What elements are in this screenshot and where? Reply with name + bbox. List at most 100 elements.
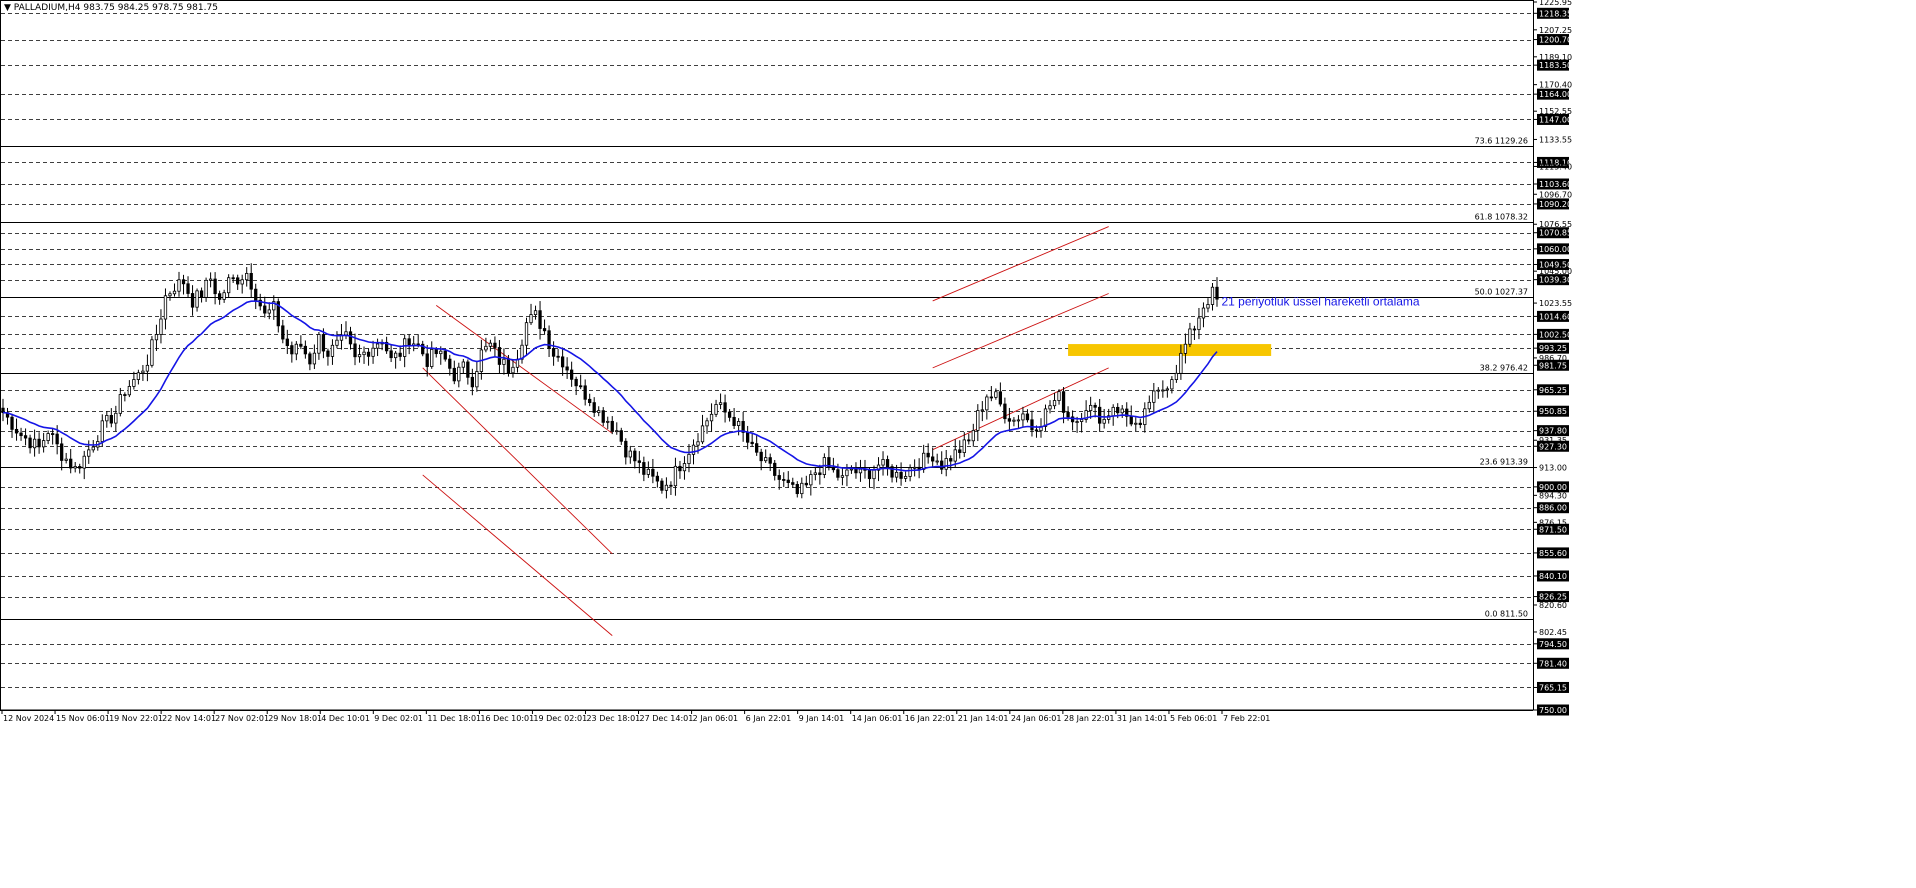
- candle-body[interactable]: [208, 278, 213, 281]
- candle-body[interactable]: [646, 468, 651, 475]
- candle-body[interactable]: [51, 433, 55, 435]
- candle-body[interactable]: [642, 462, 646, 475]
- candle-body[interactable]: [366, 351, 371, 357]
- candle-body[interactable]: [669, 484, 673, 487]
- candle-body[interactable]: [127, 386, 132, 396]
- candle-body[interactable]: [1152, 390, 1156, 403]
- candle-body[interactable]: [19, 432, 23, 437]
- candle-body[interactable]: [294, 343, 298, 355]
- candle-body[interactable]: [953, 449, 957, 462]
- candle-body[interactable]: [267, 309, 271, 314]
- channel-line[interactable]: [422, 474, 613, 636]
- candle-body[interactable]: [150, 339, 154, 366]
- candle-body[interactable]: [87, 449, 91, 457]
- candle-body[interactable]: [732, 416, 736, 426]
- candle-body[interactable]: [290, 345, 294, 355]
- candle-body[interactable]: [439, 350, 443, 355]
- candle-body[interactable]: [452, 367, 456, 382]
- candle-body[interactable]: [285, 338, 289, 347]
- candle-body[interactable]: [303, 345, 308, 355]
- candle-body[interactable]: [980, 409, 984, 412]
- candle-body[interactable]: [881, 459, 885, 466]
- candle-body[interactable]: [14, 428, 19, 434]
- candle-body[interactable]: [962, 439, 966, 453]
- candle-body[interactable]: [786, 479, 790, 483]
- candle-body[interactable]: [195, 290, 199, 308]
- candle-body[interactable]: [569, 369, 574, 380]
- candle-body[interactable]: [172, 290, 177, 295]
- candle-body[interactable]: [227, 277, 231, 294]
- candle-body[interactable]: [660, 480, 664, 491]
- candle-body[interactable]: [1034, 429, 1039, 432]
- candle-body[interactable]: [958, 449, 962, 453]
- candle-body[interactable]: [696, 441, 700, 446]
- candle-body[interactable]: [574, 378, 578, 387]
- candle-body[interactable]: [100, 420, 104, 442]
- candle-body[interactable]: [1134, 422, 1138, 425]
- candle-body[interactable]: [903, 476, 908, 479]
- candle-body[interactable]: [105, 415, 109, 422]
- candle-body[interactable]: [935, 460, 939, 463]
- candle-body[interactable]: [736, 421, 741, 426]
- candle-body[interactable]: [700, 425, 705, 443]
- candle-body[interactable]: [1043, 408, 1048, 427]
- candle-body[interactable]: [759, 451, 763, 462]
- candle-body[interactable]: [91, 446, 95, 451]
- candle-body[interactable]: [123, 394, 127, 396]
- candle-body[interactable]: [800, 482, 804, 495]
- candle-body[interactable]: [687, 453, 691, 464]
- candle-body[interactable]: [32, 438, 37, 449]
- price-chart[interactable]: 73.6 1129.26 61.8 1078.32 50.0 1027.37 38.2…: [0, 0, 1916, 888]
- candle-body[interactable]: [551, 348, 556, 357]
- candle-body[interactable]: [791, 482, 795, 485]
- candle-body[interactable]: [579, 385, 583, 388]
- candle-body[interactable]: [181, 279, 186, 285]
- candle-body[interactable]: [55, 433, 59, 445]
- candle-body[interactable]: [894, 471, 899, 478]
- candle-body[interactable]: [1048, 405, 1052, 410]
- candle-body[interactable]: [628, 450, 632, 458]
- candle-body[interactable]: [664, 484, 669, 491]
- candle-body[interactable]: [1147, 401, 1151, 410]
- candle-body[interactable]: [908, 467, 912, 477]
- candle-body[interactable]: [1066, 412, 1070, 418]
- candle-body[interactable]: [976, 410, 980, 431]
- candle-body[interactable]: [407, 338, 411, 346]
- candle-body[interactable]: [236, 277, 240, 285]
- candle-body[interactable]: [931, 456, 935, 462]
- candle-body[interactable]: [845, 469, 849, 477]
- candle-body[interactable]: [849, 468, 854, 471]
- candle-body[interactable]: [691, 444, 696, 455]
- candle-body[interactable]: [583, 385, 587, 400]
- candle-body[interactable]: [344, 331, 348, 336]
- candle-body[interactable]: [529, 314, 533, 324]
- candle-body[interactable]: [971, 430, 975, 442]
- candle-body[interactable]: [222, 292, 226, 300]
- candle-body[interactable]: [727, 411, 732, 418]
- candle-body[interactable]: [714, 404, 718, 415]
- candle-body[interactable]: [673, 465, 678, 487]
- candle-body[interactable]: [488, 342, 493, 347]
- candle-body[interactable]: [249, 272, 253, 290]
- collapse-triangle-icon[interactable]: ▼: [4, 3, 11, 13]
- candle-body[interactable]: [506, 358, 511, 374]
- candle-body[interactable]: [1061, 391, 1066, 413]
- candle-body[interactable]: [809, 474, 813, 486]
- candle-body[interactable]: [159, 318, 163, 335]
- candle-body[interactable]: [493, 342, 497, 348]
- candle-body[interactable]: [41, 440, 46, 448]
- candle-body[interactable]: [1120, 408, 1124, 414]
- candle-body[interactable]: [615, 430, 619, 433]
- candle-body[interactable]: [82, 455, 86, 469]
- candle-body[interactable]: [317, 334, 321, 354]
- candle-body[interactable]: [1197, 317, 1201, 330]
- candle-body[interactable]: [1210, 286, 1215, 305]
- candle-body[interactable]: [524, 322, 529, 346]
- candle-body[interactable]: [461, 361, 465, 368]
- candle-body[interactable]: [231, 277, 235, 280]
- candle-body[interactable]: [335, 339, 339, 346]
- candle-body[interactable]: [755, 443, 759, 453]
- candle-body[interactable]: [624, 440, 628, 458]
- candle-body[interactable]: [1129, 415, 1133, 425]
- candle-body[interactable]: [1079, 419, 1084, 422]
